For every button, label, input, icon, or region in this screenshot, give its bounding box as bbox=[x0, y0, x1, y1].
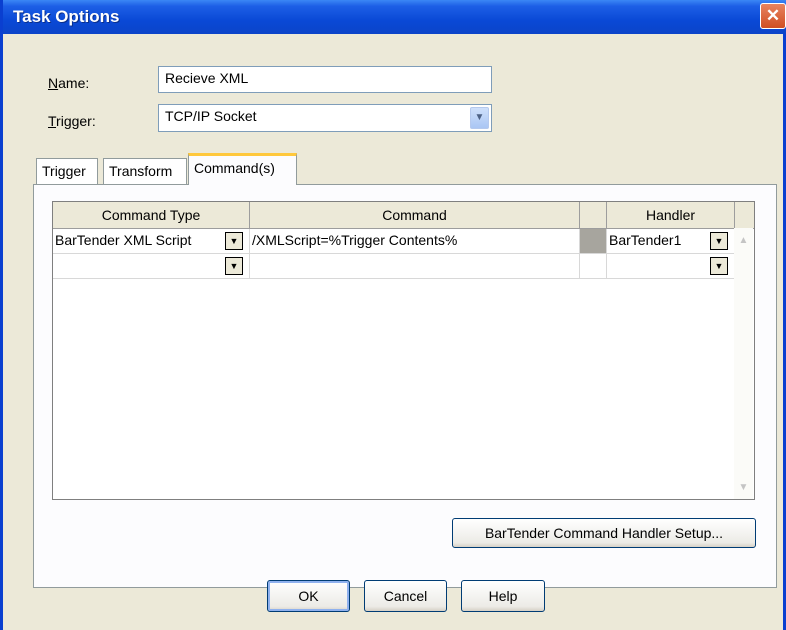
chevron-down-icon[interactable]: ▼ bbox=[470, 107, 489, 129]
table-row-1-command[interactable]: /XMLScript=%Trigger Contents% bbox=[250, 229, 580, 254]
table-row-1-handler[interactable]: BarTender1 ▼ bbox=[607, 229, 735, 254]
chevron-down-icon[interactable]: ▼ bbox=[710, 257, 728, 275]
column-header-command[interactable]: Command bbox=[250, 202, 580, 229]
window-title: Task Options bbox=[13, 7, 120, 26]
name-input[interactable]: Recieve XML bbox=[158, 66, 492, 93]
table-row-2-command-type[interactable]: ▼ bbox=[53, 254, 250, 279]
help-button[interactable]: Help bbox=[461, 580, 545, 612]
command-type-value: BarTender XML Script bbox=[55, 232, 192, 248]
name-label: Name: bbox=[48, 75, 90, 91]
table-row-1-command-type[interactable]: BarTender XML Script ▼ bbox=[53, 229, 250, 254]
chevron-down-icon[interactable]: ▼ bbox=[225, 232, 243, 250]
task-options-dialog: Task Options ✕ Name: Recieve XML Trigger… bbox=[0, 0, 786, 630]
chevron-up-icon[interactable]: ▲ bbox=[734, 231, 753, 250]
tab-transform[interactable]: Transform bbox=[103, 158, 187, 185]
trigger-label: Trigger: bbox=[48, 113, 96, 129]
close-icon: ✕ bbox=[765, 6, 781, 25]
trigger-select[interactable]: TCP/IP Socket ▼ bbox=[158, 104, 492, 132]
column-header-blank[interactable] bbox=[580, 202, 607, 229]
table-row-2-handler[interactable]: ▼ bbox=[607, 254, 735, 279]
commands-grid: Command Type Command Handler BarTender X… bbox=[52, 201, 755, 500]
tab-commands[interactable]: Command(s) bbox=[188, 153, 297, 185]
cancel-button[interactable]: Cancel bbox=[364, 580, 447, 612]
table-row-1-selector[interactable] bbox=[580, 229, 607, 254]
grid-header-filler bbox=[735, 202, 754, 229]
title-bar[interactable]: Task Options ✕ bbox=[3, 0, 786, 34]
table-row-2-selector[interactable] bbox=[580, 254, 607, 279]
command-handler-setup-button[interactable]: BarTender Command Handler Setup... bbox=[452, 518, 756, 548]
column-header-handler[interactable]: Handler bbox=[607, 202, 735, 229]
close-button[interactable]: ✕ bbox=[760, 3, 786, 29]
chevron-down-icon[interactable]: ▼ bbox=[225, 257, 243, 275]
chevron-down-icon[interactable]: ▼ bbox=[734, 478, 753, 497]
tab-trigger[interactable]: Trigger bbox=[36, 158, 98, 185]
chevron-down-icon[interactable]: ▼ bbox=[710, 232, 728, 250]
ok-button[interactable]: OK bbox=[267, 580, 350, 612]
handler-value: BarTender1 bbox=[609, 232, 682, 248]
grid-vertical-scrollbar[interactable]: ▲ ▼ bbox=[734, 228, 753, 499]
trigger-select-value: TCP/IP Socket bbox=[165, 108, 257, 124]
table-row-2-command[interactable] bbox=[250, 254, 580, 279]
column-header-command-type[interactable]: Command Type bbox=[53, 202, 250, 229]
